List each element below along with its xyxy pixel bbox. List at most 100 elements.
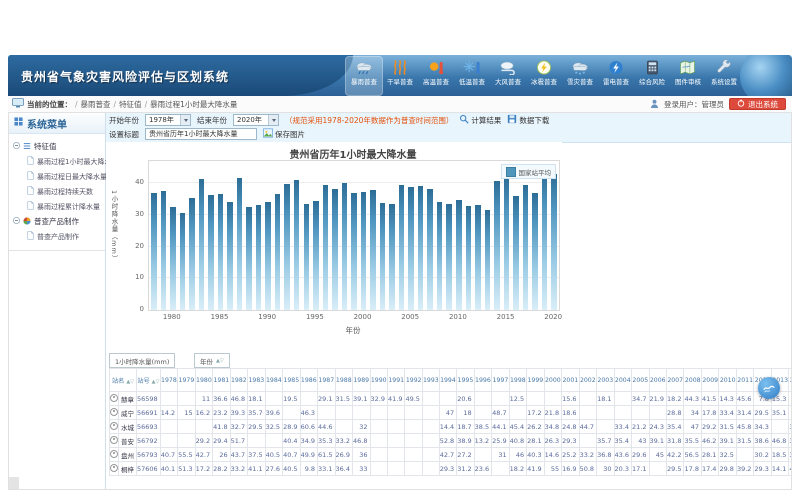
row-radio-cell [110, 434, 119, 448]
chart-bar [284, 184, 290, 310]
year-header: 1979 [178, 369, 195, 392]
value-cell: 14.4 [439, 420, 456, 434]
toolbar-item-snow[interactable]: 雪灾普查 [562, 57, 598, 95]
tree-item[interactable]: 暴雨过程1小时最大降水量 [13, 154, 105, 169]
value-cell: 46.8 [353, 434, 370, 448]
set-title-label: 设置标题 [109, 129, 139, 140]
value-cell [509, 406, 526, 420]
chart-title-input[interactable] [145, 128, 257, 140]
year-header: 1995 [457, 369, 474, 392]
toolbar-item-label: 干旱普查 [387, 76, 413, 86]
value-cell: 39.2 [736, 462, 753, 476]
breadcrumb-item[interactable]: 暴雨过程1小时最大降水量 [150, 99, 237, 110]
x-tick-label: 2015 [494, 313, 518, 321]
value-cell: 15 [178, 406, 195, 420]
scroll-grip[interactable] [9, 477, 19, 489]
breadcrumb-item[interactable]: 特征值 [119, 99, 142, 110]
toolbar-item-risk[interactable]: 综合风险 [634, 57, 670, 95]
chart-bar [370, 190, 376, 311]
year-header: 2000 [544, 369, 561, 392]
tree-item[interactable]: 暴雨过程日最大降水量 [13, 169, 105, 184]
calculate-button[interactable]: 计算结果 [459, 114, 501, 126]
query-panel: 开始年份 1978年 结束年份 2020年 （规范采用1978-2020年数据作… [106, 113, 791, 143]
year-header: 2009 [701, 369, 718, 392]
value-cell [370, 448, 387, 462]
value-cell: 24.8 [562, 420, 579, 434]
row-radio[interactable] [110, 436, 118, 444]
value-cell [178, 392, 195, 406]
value-cell [736, 448, 753, 462]
tree-item[interactable]: 暴雨过程持续天数 [13, 184, 105, 199]
value-cell: 39.1 [719, 434, 736, 448]
start-year-select[interactable]: 1978年 [145, 114, 191, 126]
tree-group-list[interactable]: 特征值 [13, 139, 105, 154]
value-cell: 32 [353, 420, 370, 434]
toolbar-item-lightning[interactable]: 雷电普查 [598, 57, 634, 95]
value-cell: 27.2 [457, 448, 474, 462]
station-name-header[interactable]: 站名 ▲▽ [110, 369, 137, 392]
value-cell: 18.5 [771, 448, 788, 462]
save-image-icon [263, 128, 273, 140]
main-panel: 开始年份 1978年 结束年份 2020年 （规范采用1978-2020年数据作… [106, 113, 791, 489]
row-radio[interactable] [110, 450, 118, 458]
value-cell [405, 434, 422, 448]
start-year-label: 开始年份 [109, 115, 139, 126]
value-cell: 41.9 [527, 462, 544, 476]
tree-group-product[interactable]: 普查产品制作 [13, 214, 105, 229]
value-cell: 35.7 [597, 434, 614, 448]
value-cell [422, 434, 439, 448]
toolbar-item-drought[interactable]: 干旱普查 [382, 57, 418, 95]
row-radio[interactable] [110, 408, 118, 416]
value-cell [370, 406, 387, 420]
toolbar-item-wind[interactable]: 大风普查 [490, 57, 526, 95]
value-cell: 18.7 [457, 420, 474, 434]
value-cell: 29.6 [632, 448, 649, 462]
value-cell: 21.9 [649, 392, 666, 406]
year-header: 1996 [474, 369, 491, 392]
floating-widget-button[interactable] [758, 377, 780, 399]
value-cell: 14.2 [160, 406, 177, 420]
logout-button[interactable]: 退出系统 [729, 98, 786, 110]
value-cell: 46.8 [771, 434, 788, 448]
value-cell [283, 406, 300, 420]
row-radio[interactable] [110, 464, 118, 472]
save-image-button[interactable]: 保存图片 [263, 128, 305, 140]
chevron-down-icon [180, 115, 190, 125]
tree-item[interactable]: 暴雨过程累计降水量 [13, 199, 105, 214]
chart-section: 贵州省历年1小时最大降水量 1小时降水量（mm） 国家站平均 010203040… [106, 142, 562, 352]
station-id-header[interactable]: 站号 ▲▽ [137, 369, 161, 392]
year-header: 2005 [632, 369, 649, 392]
value-cell: 47 [684, 420, 701, 434]
end-year-select[interactable]: 2020年 [233, 114, 279, 126]
tree-item[interactable]: 普查产品制作 [13, 229, 105, 244]
login-user-label: 登录用户：管理员 [664, 99, 724, 110]
collapse-icon[interactable] [13, 142, 20, 151]
toolbar-item-low-temp[interactable]: 低温普查 [454, 57, 490, 95]
breadcrumb-item[interactable]: 暴雨普查 [81, 99, 111, 110]
toolbar-item-hail[interactable]: 冰雹普查 [526, 57, 562, 95]
value-cell: 17.2 [527, 406, 544, 420]
value-cell [474, 392, 491, 406]
value-cell: 26 [213, 448, 230, 462]
station-name-cell: 威宁 [119, 406, 137, 420]
toolbar-item-settings[interactable]: 系统设置 [706, 57, 742, 95]
value-cell: 42.7 [195, 448, 212, 462]
collapse-icon[interactable] [13, 217, 20, 226]
magnifier-icon [459, 114, 469, 126]
download-button[interactable]: 数据下载 [507, 114, 549, 126]
row-radio[interactable] [110, 394, 118, 402]
value-cell: 20.3 [614, 462, 631, 476]
chart-bar [151, 193, 157, 310]
year-header: 2014 [789, 369, 791, 392]
value-cell [387, 462, 404, 476]
toolbar-item-rainstorm[interactable]: 暴雨普查 [346, 57, 382, 95]
year-header: 1999 [527, 369, 544, 392]
hail-icon [534, 59, 554, 76]
year-sort-tag[interactable]: 年份 ▲▽ [194, 353, 230, 368]
toolbar-item-high-temp[interactable]: 高温普查 [418, 57, 454, 95]
value-cell: 44.3 [684, 392, 701, 406]
value-cell: 21.2 [632, 420, 649, 434]
value-cell: 29.8 [719, 462, 736, 476]
toolbar-item-map-review[interactable]: 图件审核 [670, 57, 706, 95]
row-radio[interactable] [110, 422, 118, 430]
